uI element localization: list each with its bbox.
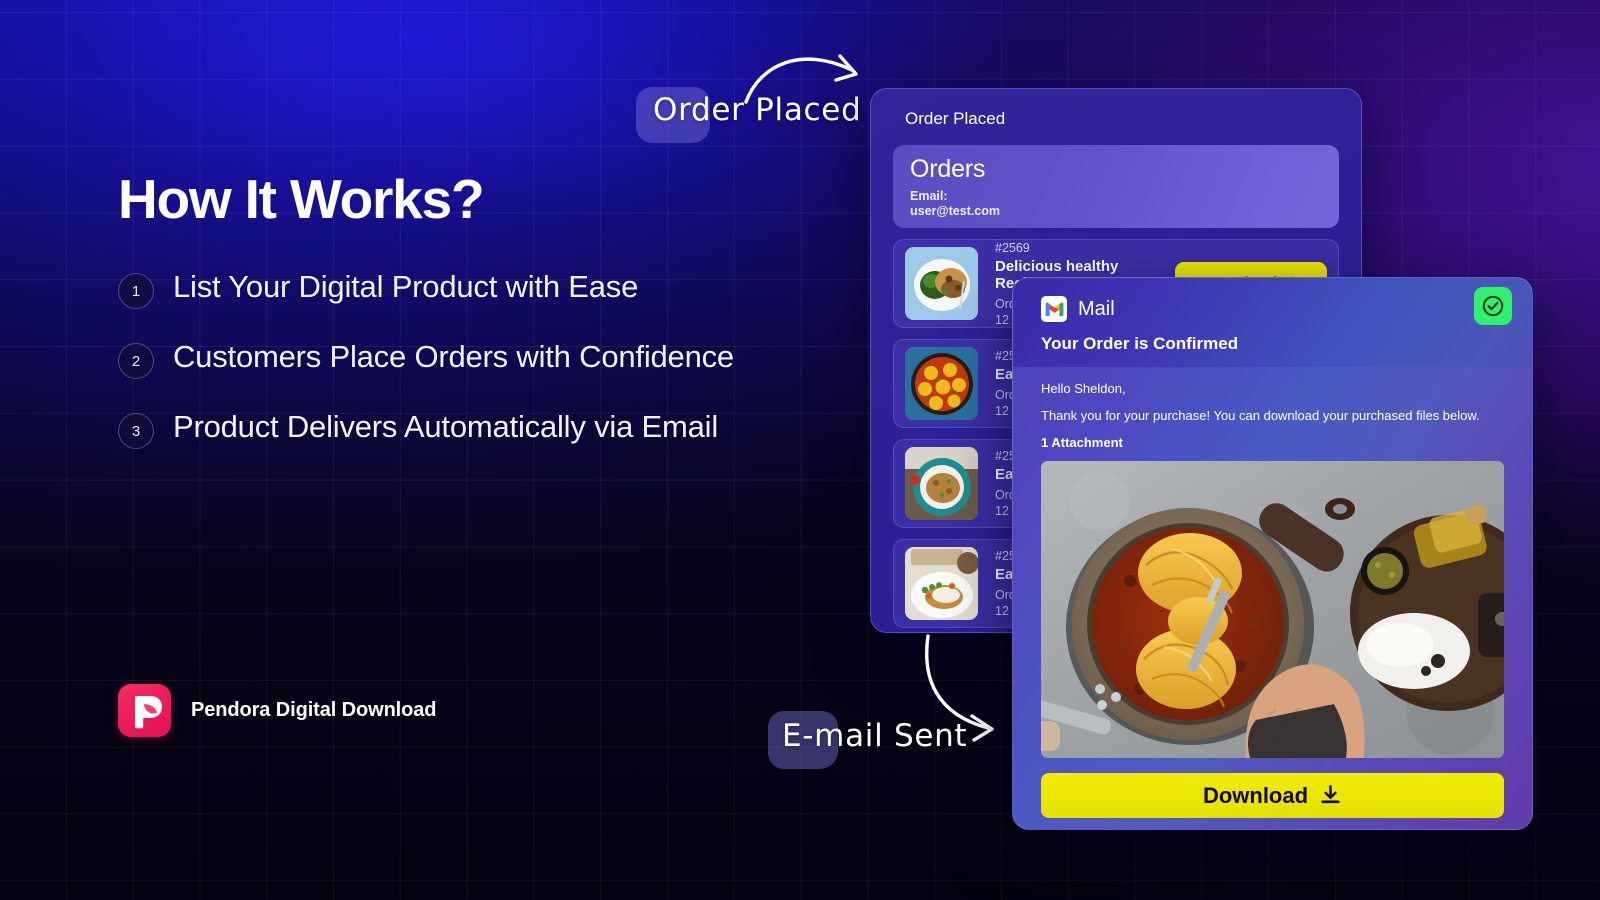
orders-email-block: Email: user@test.com bbox=[910, 189, 1339, 219]
step-label: Customers Place Orders with Confidence bbox=[173, 339, 734, 374]
mail-subject: Your Order is Confirmed bbox=[1041, 334, 1239, 353]
slide-canvas: How It Works? 1 List Your Digital Produc… bbox=[0, 0, 1600, 900]
steps-list: 1 List Your Digital Product with Ease 2 … bbox=[118, 267, 878, 449]
mail-body-text: Thank you for your purchase! You can dow… bbox=[1041, 408, 1480, 423]
pendora-p-logo-icon bbox=[118, 684, 171, 737]
orders-email-value: user@test.com bbox=[910, 203, 1000, 218]
mail-download-label: Download bbox=[1202, 782, 1309, 808]
orders-account-header: Orders Email: user@test.com bbox=[893, 145, 1339, 228]
gmail-icon bbox=[1041, 296, 1067, 322]
hero-section: How It Works? 1 List Your Digital Produc… bbox=[118, 172, 878, 477]
annotation-order-placed: Order Placed bbox=[636, 87, 862, 143]
mail-attachment-count: 1 Attachment bbox=[1041, 435, 1123, 450]
step-number-badge: 1 bbox=[118, 273, 154, 309]
step-label: Product Delivers Automatically via Email bbox=[173, 409, 719, 444]
mail-greeting: Hello Sheldon, bbox=[1041, 381, 1126, 396]
annotation-label: Order Placed bbox=[653, 92, 862, 128]
page-title: How It Works? bbox=[118, 168, 485, 230]
brand-lockup: Pendora Digital Download bbox=[118, 684, 437, 737]
mail-attachment-image[interactable] bbox=[1041, 461, 1504, 758]
orders-panel-title: Order Placed bbox=[905, 109, 1006, 128]
order-id: #2569 bbox=[995, 240, 1030, 255]
step-number-badge: 3 bbox=[118, 413, 154, 449]
orders-email-label: Email: bbox=[910, 189, 948, 203]
mail-body: Hello Sheldon, Thank you for your purcha… bbox=[1013, 367, 1532, 829]
list-item: 3 Product Delivers Automatically via Ema… bbox=[118, 407, 878, 449]
step-number-badge: 2 bbox=[118, 343, 154, 379]
list-item: 2 Customers Place Orders with Confidence bbox=[118, 337, 878, 379]
step-label: List Your Digital Product with Ease bbox=[173, 269, 639, 304]
order-thumbnail bbox=[905, 347, 978, 420]
list-item: 1 List Your Digital Product with Ease bbox=[118, 267, 878, 309]
download-icon bbox=[1321, 785, 1340, 804]
mail-preview-card: Mail Your Order is Confirmed Hello Sheld… bbox=[1012, 277, 1533, 830]
mail-download-button[interactable]: Download bbox=[1041, 773, 1504, 818]
brand-name: Pendora Digital Download bbox=[191, 699, 437, 721]
order-thumbnail bbox=[905, 447, 978, 520]
annotation-email-sent: E-mail Sent bbox=[768, 711, 968, 769]
order-thumbnail bbox=[905, 547, 978, 620]
order-thumbnail bbox=[905, 247, 978, 320]
mail-app-identity: Mail bbox=[1041, 296, 1532, 322]
check-circle-icon bbox=[1474, 287, 1512, 325]
annotation-label: E-mail Sent bbox=[782, 718, 968, 754]
orders-heading: Orders bbox=[910, 155, 986, 183]
mail-header: Mail Your Order is Confirmed bbox=[1013, 278, 1532, 354]
mail-app-name: Mail bbox=[1078, 297, 1115, 320]
